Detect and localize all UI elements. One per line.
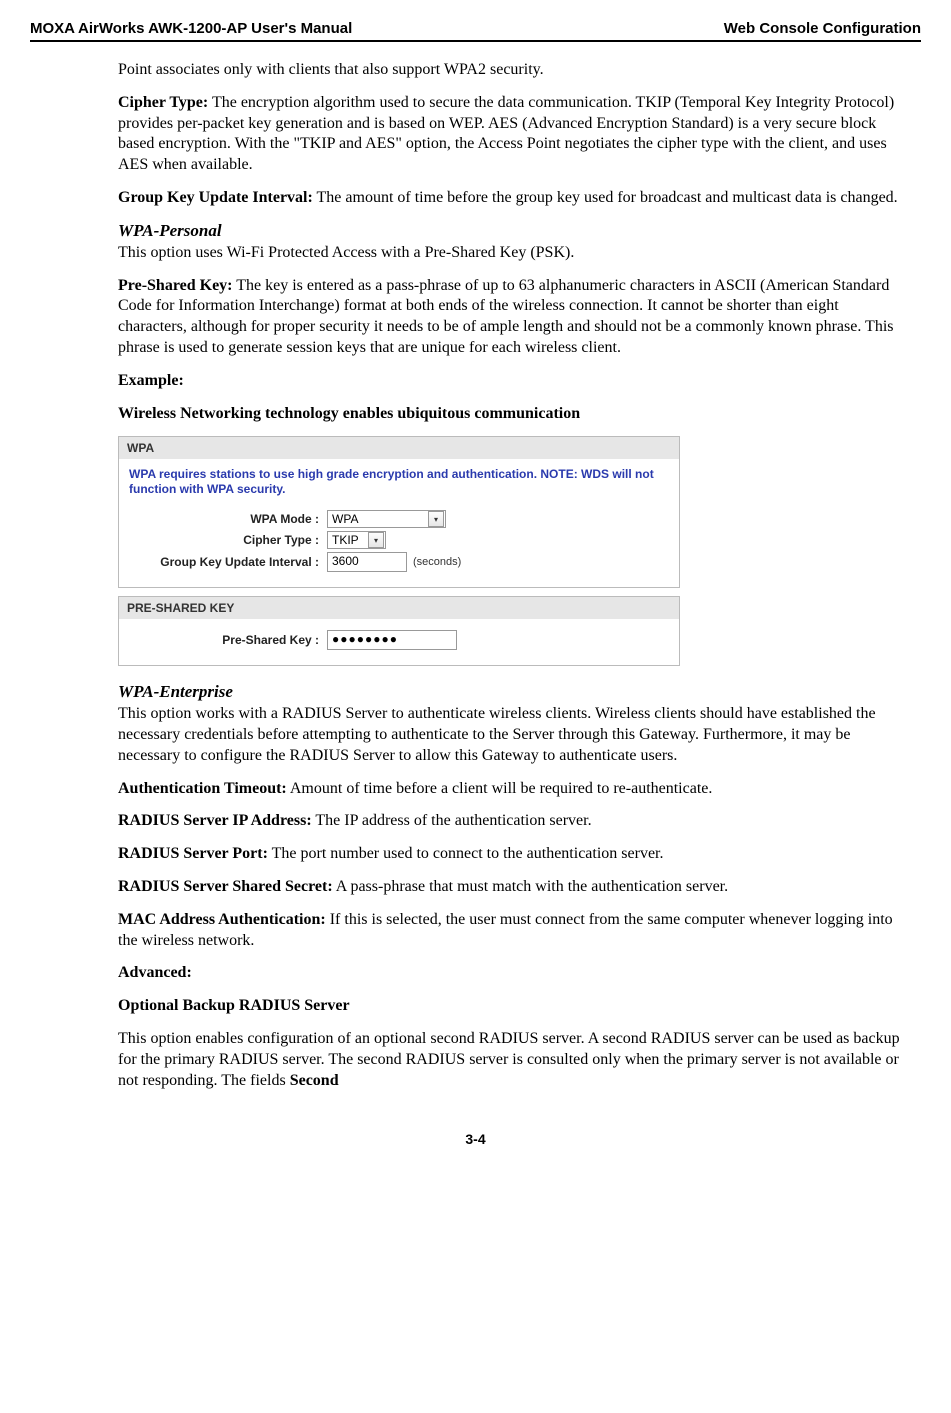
gkui-text: The amount of time before the group key … xyxy=(317,189,898,206)
psk-panel-title: PRE-SHARED KEY xyxy=(119,597,679,619)
psk-label: Pre-Shared Key: xyxy=(118,277,233,294)
wpa-enterprise-intro: This option works with a RADIUS Server t… xyxy=(118,704,911,766)
psk-input[interactable]: ●●●●●●●● xyxy=(327,630,457,650)
cipher-type-label: Cipher Type: xyxy=(118,94,208,111)
radius-ip-label: RADIUS Server IP Address: xyxy=(118,812,312,829)
backup-radius-paragraph: This option enables configuration of an … xyxy=(118,1029,911,1091)
auth-timeout-label: Authentication Timeout: xyxy=(118,780,287,797)
gkui-suffix: (seconds) xyxy=(413,556,461,568)
psk-form-label: Pre-Shared Key : xyxy=(129,633,327,647)
auth-timeout-text: Amount of time before a client will be r… xyxy=(290,780,713,797)
cipher-paragraph: Cipher Type: The encryption algorithm us… xyxy=(118,93,911,176)
gkui-paragraph: Group Key Update Interval: The amount of… xyxy=(118,188,911,209)
radius-port-label: RADIUS Server Port: xyxy=(118,845,268,862)
mac-auth-paragraph: MAC Address Authentication: If this is s… xyxy=(118,910,911,952)
wpa-mode-select[interactable]: WPA ▾ xyxy=(327,510,446,528)
gkui-form-label: Group Key Update Interval : xyxy=(129,555,327,569)
wpa-enterprise-heading: WPA-Enterprise xyxy=(118,682,911,702)
psk-text: The key is entered as a pass-phrase of u… xyxy=(118,277,894,356)
page-number: 3-4 xyxy=(30,1131,921,1147)
wpa-personal-heading: WPA-Personal xyxy=(118,221,911,241)
wpa-mode-value: WPA xyxy=(332,512,422,526)
header-left: MOXA AirWorks AWK-1200-AP User's Manual xyxy=(30,20,352,37)
wpa-note-text: WPA requires stations to use high grade … xyxy=(129,467,669,496)
cipher-type-form-label: Cipher Type : xyxy=(129,533,327,547)
row-psk: Pre-Shared Key : ●●●●●●●● xyxy=(129,630,669,650)
header-right: Web Console Configuration xyxy=(724,20,921,37)
screenshot-wpa-panel: WPA WPA requires stations to use high gr… xyxy=(118,436,680,588)
row-cipher-type: Cipher Type : TKIP ▾ xyxy=(129,531,669,549)
wpa-personal-intro: This option uses Wi-Fi Protected Access … xyxy=(118,243,911,264)
chevron-down-icon: ▾ xyxy=(428,511,444,527)
radius-ip-paragraph: RADIUS Server IP Address: The IP address… xyxy=(118,811,911,832)
auth-timeout-paragraph: Authentication Timeout: Amount of time b… xyxy=(118,779,911,800)
radius-port-text: The port number used to connect to the a… xyxy=(272,845,664,862)
cipher-type-text: The encryption algorithm used to secure … xyxy=(118,94,894,173)
page-header: MOXA AirWorks AWK-1200-AP User's Manual … xyxy=(30,20,921,42)
screenshot-psk-panel: PRE-SHARED KEY Pre-Shared Key : ●●●●●●●● xyxy=(118,596,680,666)
gkui-input[interactable]: 3600 xyxy=(327,552,407,572)
intro-paragraph: Point associates only with clients that … xyxy=(118,60,911,81)
mac-auth-label: MAC Address Authentication: xyxy=(118,911,326,928)
gkui-label: Group Key Update Interval: xyxy=(118,189,313,206)
radius-secret-paragraph: RADIUS Server Shared Secret: A pass-phra… xyxy=(118,877,911,898)
backup-radius-text: This option enables configuration of an … xyxy=(118,1030,900,1089)
row-gkui: Group Key Update Interval : 3600 (second… xyxy=(129,552,669,572)
wpa-mode-label: WPA Mode : xyxy=(129,512,327,526)
content-body: Point associates only with clients that … xyxy=(118,60,911,1091)
radius-ip-text: The IP address of the authentication ser… xyxy=(315,812,591,829)
radius-port-paragraph: RADIUS Server Port: The port number used… xyxy=(118,844,911,865)
backup-radius-heading: Optional Backup RADIUS Server xyxy=(118,996,911,1017)
advanced-label: Advanced: xyxy=(118,963,911,984)
example-label: Example: xyxy=(118,371,911,392)
radius-secret-text: A pass-phrase that must match with the a… xyxy=(336,878,728,895)
wpa-panel-title: WPA xyxy=(119,437,679,459)
backup-radius-second: Second xyxy=(290,1072,339,1089)
example-phrase: Wireless Networking technology enables u… xyxy=(118,404,911,425)
radius-secret-label: RADIUS Server Shared Secret: xyxy=(118,878,333,895)
row-wpa-mode: WPA Mode : WPA ▾ xyxy=(129,510,669,528)
chevron-down-icon: ▾ xyxy=(368,532,384,548)
psk-paragraph: Pre-Shared Key: The key is entered as a … xyxy=(118,276,911,359)
cipher-type-select[interactable]: TKIP ▾ xyxy=(327,531,386,549)
cipher-type-value: TKIP xyxy=(332,533,362,547)
